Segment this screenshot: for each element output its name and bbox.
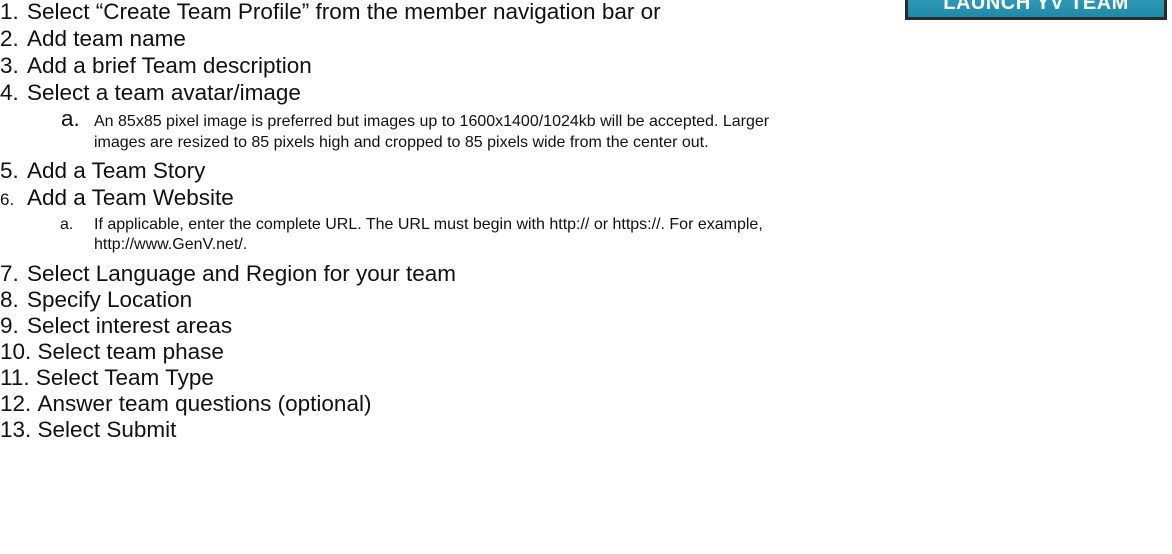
step-7: 7. Select Language and Region for your te… [0,260,456,287]
step-3: 3. Add a brief Team description [0,52,312,79]
step-number: 1. [0,0,19,24]
step-number: 4. [0,80,19,105]
substep-text: If applicable, enter the complete URL. T… [94,216,763,233]
substep-marker: a. [61,106,80,131]
step-text: Select Team Type [35,365,214,390]
step-number: 9. [0,313,19,338]
step-text: Select Submit [37,417,177,442]
step-10: 10. Select team phase [0,338,224,365]
substep-website-line-2: http://www.GenV.net/. [94,234,247,256]
step-text: Select Language and Region for your team [27,261,457,286]
step-number: 7. [0,261,19,286]
step-6: 6. Add a Team Website [0,184,234,213]
step-number: 10. [0,339,38,364]
step-5: 5. Add a Team Story [0,157,205,184]
step-text: Select interest areas [27,313,233,338]
step-number: 3. [0,53,19,78]
step-number: 5. [0,158,19,183]
substep-text: images are resized to 85 pixels high and… [94,134,709,151]
step-text: Add a brief Team description [27,53,312,78]
step-number: 8. [0,287,19,312]
step-9: 9. Select interest areas [0,312,232,339]
step-2: 2. Add team name [0,25,186,52]
step-number: 6. [0,190,15,209]
instructions-document: 1. Select “Create Team Profile” from the … [0,0,1172,554]
step-text: Add a Team Website [27,185,234,210]
step-text: Specify Location [27,287,193,312]
step-text: Select team phase [37,339,224,364]
step-text: Add team name [27,26,186,51]
substep-avatar-line-2: images are resized to 85 pixels high and… [94,132,709,154]
substep-text: http://www.GenV.net/. [94,236,248,253]
substep-marker: a. [60,216,74,233]
launch-yv-team-label: LAUNCH YV TEAM [908,0,1164,17]
step-number: 13. [0,417,38,442]
step-text: Answer team questions (optional) [37,391,372,416]
step-8: 8. Specify Location [0,286,192,313]
step-text: Add a Team Story [27,158,206,183]
step-text: Select a team avatar/image [27,80,301,105]
substep-website-line-1: a. If applicable, enter the complete URL… [60,214,763,236]
step-12: 12. Answer team questions (optional) [0,390,371,417]
step-text: Select “Create Team Profile” from the me… [27,0,661,24]
step-number: 12. [0,391,38,416]
step-11: 11. Select Team Type [0,364,214,391]
launch-yv-team-button[interactable]: LAUNCH YV TEAM [905,0,1167,20]
step-4: 4. Select a team avatar/image [0,79,301,106]
step-number: 2. [0,26,19,51]
substep-text: An 85x85 pixel image is preferred but im… [94,113,770,130]
step-number: 11. [0,365,36,390]
step-1: 1. Select “Create Team Profile” from the … [0,0,661,25]
substep-avatar-line-1: a. An 85x85 pixel image is preferred but… [61,107,770,133]
step-13: 13. Select Submit [0,416,176,443]
